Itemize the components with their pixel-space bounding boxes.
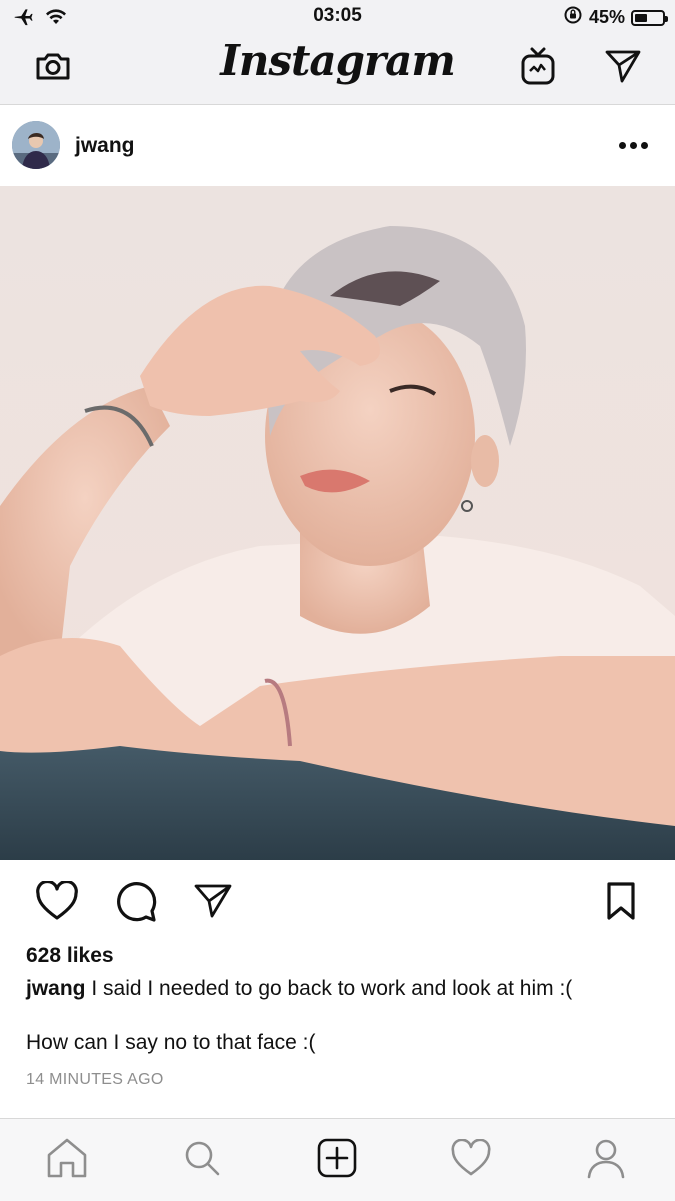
- igtv-button[interactable]: [518, 46, 558, 91]
- more-dot: [618, 141, 626, 149]
- like-button[interactable]: [32, 878, 82, 928]
- likes-count[interactable]: 628 likes: [26, 944, 114, 968]
- instagram-logo: Instagram: [220, 36, 456, 85]
- search-icon: [182, 1138, 222, 1183]
- post-caption: jwang I said I needed to go back to work…: [26, 976, 656, 1002]
- post-actions: [0, 862, 675, 942]
- tab-new-post[interactable]: [314, 1137, 360, 1183]
- post-username[interactable]: jwang: [75, 134, 135, 158]
- post-photo[interactable]: [0, 186, 675, 860]
- bookmark-icon: [605, 881, 637, 926]
- avatar[interactable]: [12, 121, 60, 169]
- more-dot: [640, 141, 648, 149]
- heart-icon: [35, 879, 79, 926]
- more-dot: [629, 141, 637, 149]
- direct-message-button[interactable]: [603, 48, 643, 88]
- profile-icon: [586, 1137, 626, 1184]
- bottom-tab-bar: [0, 1118, 675, 1201]
- battery-percent: 45%: [588, 7, 625, 27]
- tab-search[interactable]: [179, 1137, 225, 1183]
- battery-fill: [635, 13, 647, 22]
- post-timestamp: 14 MINUTES AGO: [26, 1071, 164, 1088]
- caption-text: I said I needed to go back to work and l…: [91, 977, 573, 1000]
- tab-activity[interactable]: [448, 1137, 494, 1183]
- comment-button[interactable]: [112, 878, 162, 928]
- share-button[interactable]: [188, 878, 238, 928]
- tab-profile[interactable]: [583, 1137, 629, 1183]
- comment-icon: [115, 880, 159, 927]
- caption-second-line: How can I say no to that face :(: [26, 1031, 316, 1054]
- tab-home[interactable]: [44, 1137, 90, 1183]
- top-navigation-bar: Instagram: [0, 34, 675, 105]
- bookmark-button[interactable]: [596, 878, 646, 928]
- more-options-button[interactable]: [613, 133, 653, 157]
- status-bar: 03:05 45%: [0, 0, 675, 34]
- share-icon: [193, 882, 233, 925]
- new-post-icon: [316, 1137, 358, 1184]
- activity-heart-icon: [450, 1137, 492, 1182]
- orientation-lock-icon: [563, 5, 583, 30]
- post-header: jwang: [0, 105, 675, 185]
- direct-message-icon: [604, 48, 642, 89]
- battery-icon: [631, 9, 668, 26]
- igtv-icon: [520, 46, 556, 91]
- caption-username[interactable]: jwang: [26, 977, 86, 1000]
- home-icon: [45, 1137, 89, 1184]
